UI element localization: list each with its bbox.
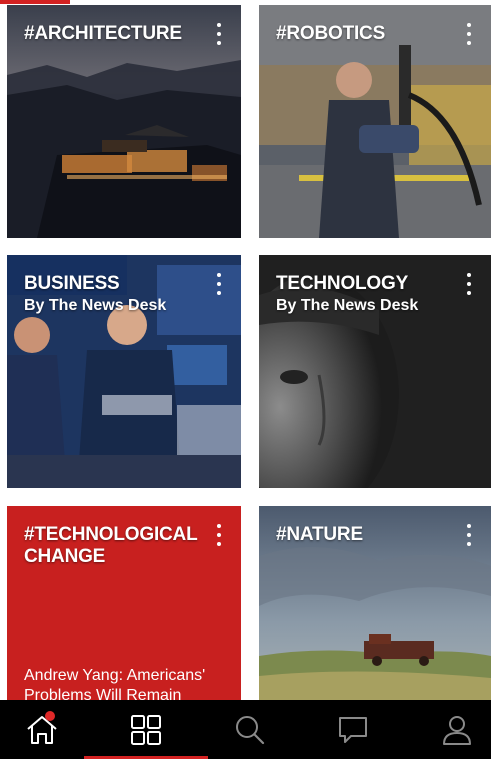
topic-tile-robotics[interactable]: #ROBOTICS xyxy=(259,5,491,238)
tile-title: #ROBOTICS xyxy=(276,23,386,44)
tile-title: #TECHNOLOGICAL CHANGE xyxy=(24,524,198,567)
nav-profile[interactable] xyxy=(408,700,491,759)
more-options-icon[interactable] xyxy=(461,271,477,297)
search-icon xyxy=(236,715,265,744)
bottom-navigation xyxy=(0,700,491,759)
more-options-icon[interactable] xyxy=(211,522,227,548)
notification-badge xyxy=(45,711,55,721)
tile-title: #NATURE xyxy=(276,524,363,545)
story-headline[interactable]: Andrew Yang: Americans' Problems Will Re… xyxy=(24,666,231,700)
tile-title: #ARCHITECTURE xyxy=(24,23,182,44)
nav-home[interactable] xyxy=(0,700,91,759)
nav-messages[interactable] xyxy=(304,700,402,759)
more-options-icon[interactable] xyxy=(211,21,227,47)
tile-byline: By The News Desk xyxy=(276,297,419,314)
more-options-icon[interactable] xyxy=(461,21,477,47)
chat-icon xyxy=(339,716,367,743)
nav-topics[interactable] xyxy=(97,700,195,759)
topic-grid: #ARCHITECTURE #ROBOTICS BUSINESS By The … xyxy=(0,0,491,700)
profile-icon xyxy=(443,715,471,745)
tile-byline: By The News Desk xyxy=(24,297,167,314)
topic-tile-business[interactable]: BUSINESS By The News Desk xyxy=(7,255,241,488)
tile-title: BUSINESS xyxy=(24,273,120,294)
topic-tile-architecture[interactable]: #ARCHITECTURE xyxy=(7,5,241,238)
topic-tile-technology[interactable]: TECHNOLOGY By The News Desk xyxy=(259,255,491,488)
grid-icon xyxy=(131,714,161,745)
more-options-icon[interactable] xyxy=(211,271,227,297)
tile-title: TECHNOLOGY xyxy=(276,273,409,294)
more-options-icon[interactable] xyxy=(461,522,477,548)
nav-search[interactable] xyxy=(201,700,299,759)
topic-tile-nature[interactable]: #NATURE xyxy=(259,506,491,700)
topic-tile-technological-change[interactable]: #TECHNOLOGICAL CHANGE Andrew Yang: Ameri… xyxy=(7,506,241,700)
